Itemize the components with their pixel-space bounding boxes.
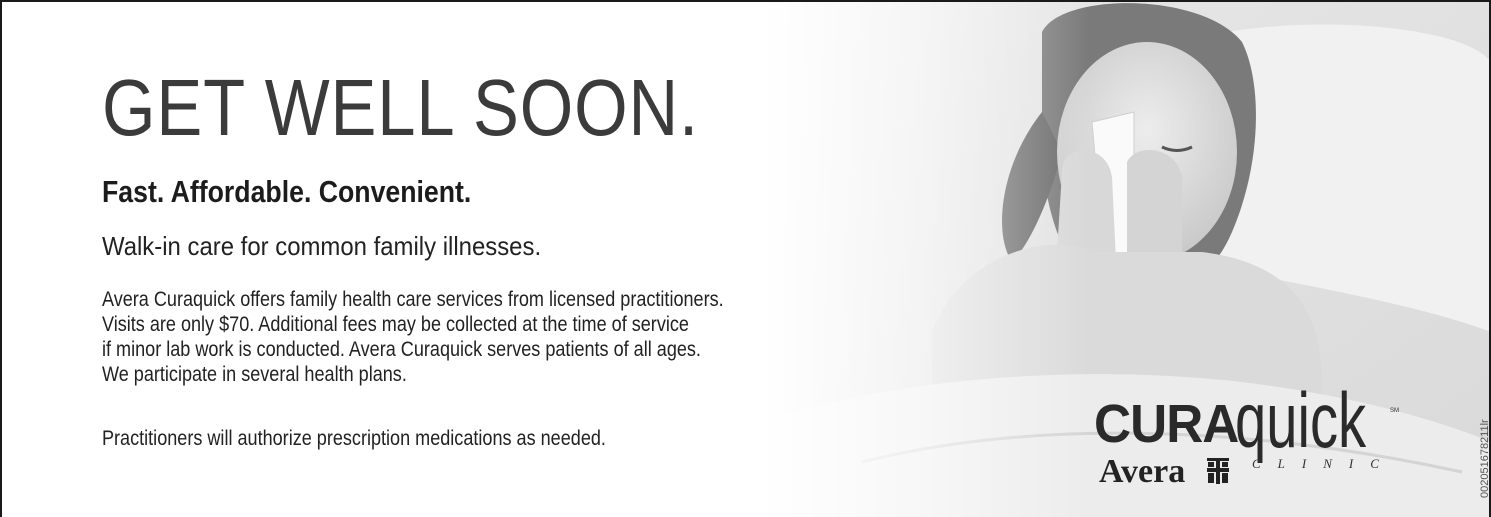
ad-banner: GET WELL SOON. Fast. Affordable. Conveni… <box>0 0 1491 517</box>
service-mark: SM <box>1390 408 1399 414</box>
avera-cross-icon <box>1207 458 1229 484</box>
body-paragraph-2: Practitioners will authorize prescriptio… <box>102 427 606 450</box>
body-line: We participate in several health plans. <box>102 363 407 386</box>
ad-code: 002051678211lr <box>1479 419 1491 498</box>
body-line: Visits are only $70. Additional fees may… <box>102 313 689 336</box>
logo-clinic-text: CLINIC <box>1252 456 1396 471</box>
logo-quick-text: quick <box>1235 376 1367 464</box>
headline: GET WELL SOON. <box>102 63 699 152</box>
subhead: Walk-in care for common family illnesses… <box>102 231 542 261</box>
body-line: if minor lab work is conducted. Avera Cu… <box>102 338 701 361</box>
body-line: Avera Curaquick offers family health car… <box>102 288 724 311</box>
logo-avera-text: Avera <box>1099 453 1186 490</box>
tagline: Fast. Affordable. Convenient. <box>102 174 472 209</box>
logo-cura-text: CURA <box>1094 394 1239 454</box>
body-paragraph-1: Avera Curaquick offers family health car… <box>102 287 724 387</box>
